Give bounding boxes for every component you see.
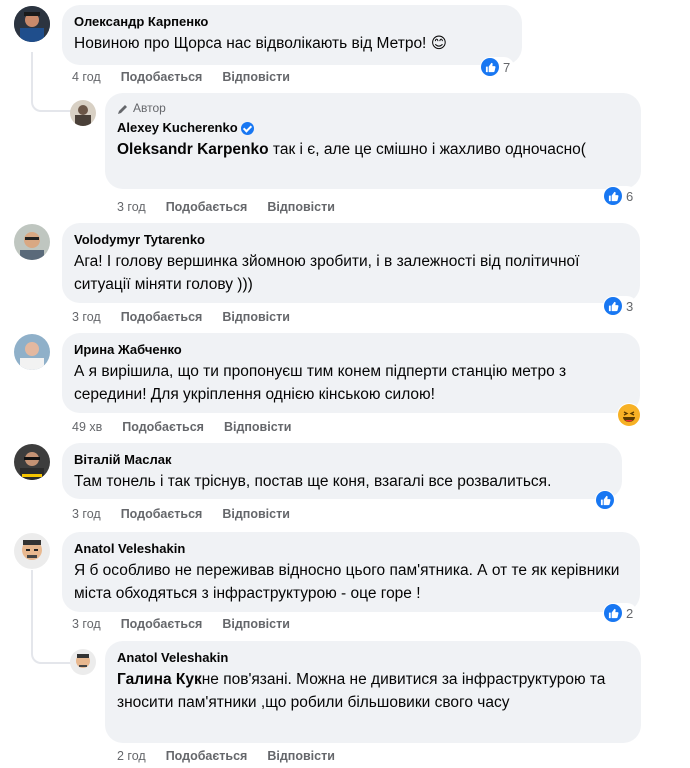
reaction-count[interactable] xyxy=(595,490,615,510)
comment-bubble: Олександр Карпенко Новиною про Щорса нас… xyxy=(62,5,522,65)
like-icon xyxy=(604,297,622,315)
avatar[interactable] xyxy=(14,334,50,370)
like-icon xyxy=(604,604,622,622)
reaction-count[interactable]: 7 xyxy=(480,57,515,77)
comment-author[interactable]: Volodymyr Tytarenko xyxy=(74,231,628,248)
comment-author[interactable]: Олександр Карпенко xyxy=(74,13,510,30)
like-button[interactable]: Подобається xyxy=(166,200,248,214)
reply-button[interactable]: Відповісти xyxy=(222,310,290,324)
comment-bubble: Ирина Жабченко А я вирішила, що ти пропо… xyxy=(62,333,640,413)
avatar[interactable] xyxy=(14,533,50,569)
reply-button[interactable]: Відповісти xyxy=(224,420,292,434)
author-tag: Автор xyxy=(117,101,629,116)
comment-bubble: Автор Alexey Kucherenko Oleksandr Karpen… xyxy=(105,93,641,189)
reaction-number: 7 xyxy=(503,59,511,75)
comment-actions: 3 год Подобається Відповісти xyxy=(72,507,290,521)
avatar[interactable] xyxy=(14,444,50,480)
comment-time[interactable]: 3 год xyxy=(72,310,101,324)
reaction-number: 3 xyxy=(626,298,634,314)
pencil-icon xyxy=(118,104,127,114)
reply-button[interactable]: Відповісти xyxy=(222,617,290,631)
comment-author[interactable]: Anatol Veleshakin xyxy=(117,649,629,666)
reaction-number: 2 xyxy=(626,605,634,621)
avatar[interactable] xyxy=(14,224,50,260)
comment-actions: 4 год Подобається Відповісти xyxy=(72,70,290,84)
comment-text: Там тонель і так тріснув, постав ще коня… xyxy=(74,473,552,490)
avatar[interactable] xyxy=(70,100,96,126)
comment-actions: 3 год Подобається Відповісти xyxy=(72,310,290,324)
comment-actions: 49 хв Подобається Відповісти xyxy=(72,420,291,434)
comment-time[interactable]: 2 год xyxy=(117,749,146,763)
thread-line xyxy=(31,52,71,112)
comment-actions: 3 год Подобається Відповісти xyxy=(72,617,290,631)
comment-text: А я вирішила, що ти пропонуєш тим конем … xyxy=(74,363,567,403)
comment-actions: 3 год Подобається Відповісти xyxy=(117,200,335,214)
like-button[interactable]: Подобається xyxy=(121,70,203,84)
comment-bubble: Anatol Veleshakin Галина Кукне пов'язані… xyxy=(105,641,641,743)
comment-author[interactable]: Anatol Veleshakin xyxy=(74,540,628,557)
like-button[interactable]: Подобається xyxy=(121,507,203,521)
reaction-count[interactable]: 6 xyxy=(603,186,638,206)
comment-time[interactable]: 3 год xyxy=(72,617,101,631)
reaction-count[interactable]: 2 xyxy=(603,603,638,623)
reply-button[interactable]: Відповісти xyxy=(222,507,290,521)
like-button[interactable]: Подобається xyxy=(121,617,203,631)
reply-button[interactable]: Відповісти xyxy=(267,200,335,214)
reaction-number: 6 xyxy=(626,188,634,204)
reaction-count[interactable] xyxy=(617,403,641,427)
like-button[interactable]: Подобається xyxy=(122,420,204,434)
like-icon xyxy=(604,187,622,205)
like-icon xyxy=(481,58,499,76)
verified-badge-icon xyxy=(240,122,254,136)
smile-emoji: 😊 xyxy=(430,35,447,52)
comment-bubble: Anatol Veleshakin Я б особливо не пережи… xyxy=(62,532,640,612)
like-button[interactable]: Подобається xyxy=(121,310,203,324)
comment-text: Новиною про Щорса нас відволікають від М… xyxy=(74,35,427,52)
comment-time[interactable]: 3 год xyxy=(72,507,101,521)
author-tag-label: Автор xyxy=(133,101,166,115)
like-button[interactable]: Подобається xyxy=(166,749,248,763)
avatar[interactable] xyxy=(14,6,50,42)
reply-button[interactable]: Відповісти xyxy=(267,749,335,763)
comment-time[interactable]: 49 хв xyxy=(72,420,102,434)
comment-bubble: Віталій Маслак Там тонель і так тріснув,… xyxy=(62,443,622,499)
mention-link[interactable]: Oleksandr Karpenko xyxy=(117,141,269,158)
comment-author[interactable]: Ирина Жабченко xyxy=(74,341,628,358)
reaction-count[interactable]: 3 xyxy=(603,296,638,316)
avatar[interactable] xyxy=(70,649,96,675)
comment-time[interactable]: 4 год xyxy=(72,70,101,84)
comment-time[interactable]: 3 год xyxy=(117,200,146,214)
reply-button[interactable]: Відповісти xyxy=(222,70,290,84)
haha-icon xyxy=(618,404,640,426)
mention-link[interactable]: Галина Кук xyxy=(117,671,202,688)
comment-bubble: Volodymyr Tytarenko Ага! І голову вершин… xyxy=(62,223,640,303)
comment-text: так і є, але це смішно і жахливо одночас… xyxy=(268,141,586,158)
comment-text: Ага! І голову вершинка зйомною зробити, … xyxy=(74,253,580,293)
like-icon xyxy=(596,491,614,509)
comment-text: Я б особливо не переживав відносно цього… xyxy=(74,562,620,602)
comment-actions: 2 год Подобається Відповісти xyxy=(117,749,335,763)
comment-author[interactable]: Віталій Маслак xyxy=(74,451,610,468)
comment-author[interactable]: Alexey Kucherenko xyxy=(117,120,238,135)
